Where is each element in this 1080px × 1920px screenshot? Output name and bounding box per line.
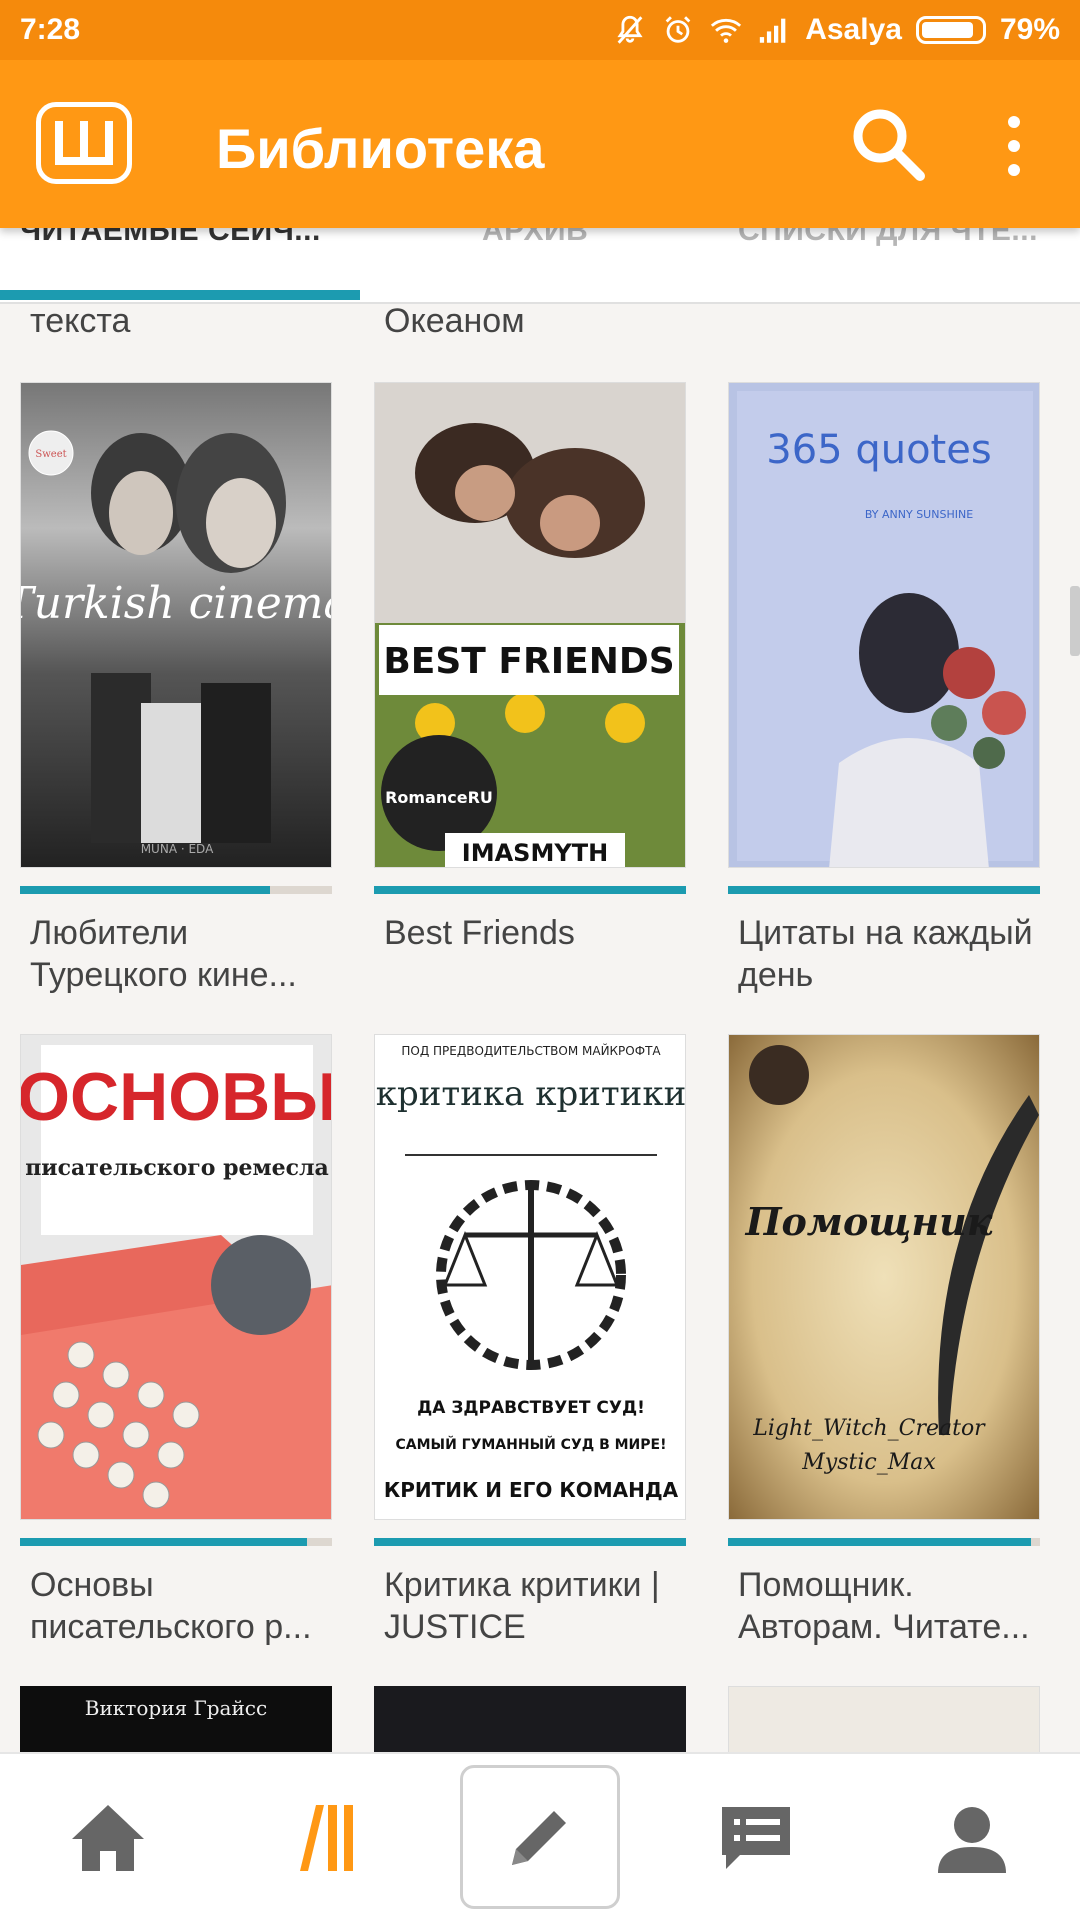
cover-text: Виктория Грайсс xyxy=(84,1696,268,1720)
library-icon xyxy=(300,1805,353,1871)
wifi-icon xyxy=(711,18,742,43)
story-title[interactable]: Best Friends xyxy=(384,912,684,954)
cover-art: ОСНОВЫ писательского ремесла xyxy=(21,1035,332,1519)
cover-badge-text: RomanceRU xyxy=(385,788,493,807)
story-cover[interactable]: Turkish cinema MUNA · EDA Sweet xyxy=(20,382,332,868)
cover-text: критика критики xyxy=(376,1074,686,1114)
story-cover[interactable] xyxy=(728,1686,1040,1754)
tab-label: ЧИТАЕМЫЕ СЕЙЧ... xyxy=(20,228,321,247)
cover-badge-text: Sweet xyxy=(35,449,66,460)
reading-progress xyxy=(374,1538,686,1546)
search-icon[interactable] xyxy=(848,104,928,184)
story-card[interactable] xyxy=(374,1686,686,1754)
signal-icon xyxy=(760,18,786,43)
story-cover[interactable]: Помощник Light_Witch_Creator Mystic_Max xyxy=(728,1034,1040,1520)
story-title[interactable]: Помощник. Авторам. Читате... xyxy=(738,1564,1038,1648)
story-title-partial[interactable]: текста xyxy=(30,302,130,341)
story-title-partial[interactable]: Океаном xyxy=(384,302,525,341)
cover-bottom-text: MUNA · EDA xyxy=(141,842,214,856)
reading-progress xyxy=(728,886,1040,894)
tab-label: АРХИВ xyxy=(482,228,589,247)
tab-label: СПИСКИ ДЛЯ ЧТЕ... xyxy=(738,228,1038,247)
story-cover[interactable]: ОСНОВЫ писательского ремесла xyxy=(20,1034,332,1520)
write-icon xyxy=(512,1811,566,1865)
story-card[interactable]: BEST FRIENDS RomanceRU IMASMYTH Best Fri… xyxy=(374,382,686,952)
cover-subtext: писательского ремесла xyxy=(25,1155,329,1181)
nav-write[interactable] xyxy=(432,1754,648,1920)
story-title[interactable]: Цитаты на каждый день xyxy=(738,912,1038,996)
progress-fill xyxy=(20,886,270,894)
story-cover[interactable]: Виктория Грайсс xyxy=(20,1686,332,1754)
cover-line1: Light_Witch_Creator xyxy=(752,1416,986,1441)
cover-line2: САМЫЙ ГУМАННЫЙ СУД В МИРЕ! xyxy=(396,1436,667,1453)
cover-text: Помощник xyxy=(745,1199,993,1244)
status-time: 7:28 xyxy=(20,13,81,46)
app-bar: Библиотека xyxy=(0,60,1080,228)
nav-library[interactable] xyxy=(216,1754,432,1920)
reading-progress xyxy=(20,886,332,894)
cover-text: BEST FRIENDS xyxy=(383,641,674,682)
cover-art: ПОД ПРЕДВОДИТЕЛЬСТВОМ МАЙКРОФТА критика … xyxy=(376,1043,686,1502)
story-title[interactable]: Любители Турецкого кине... xyxy=(30,912,330,996)
cover-art: Помощник Light_Witch_Creator Mystic_Max xyxy=(745,1045,1039,1475)
story-cover[interactable]: 365 quotes BY ANNY SUNSHINE xyxy=(728,382,1040,868)
progress-fill xyxy=(728,886,1040,894)
story-card[interactable]: ОСНОВЫ писательского ремесла Основы писа… xyxy=(20,1034,332,1646)
story-card[interactable] xyxy=(728,1686,1040,1754)
cover-line3: КРИТИК И ЕГО КОМАНДА xyxy=(384,1478,679,1502)
story-cover[interactable]: BEST FRIENDS RomanceRU IMASMYTH xyxy=(374,382,686,868)
nav-home[interactable] xyxy=(0,1754,216,1920)
progress-fill xyxy=(20,1538,308,1546)
cover-line1: ДА ЗДРАВСТВУЕТ СУД! xyxy=(417,1398,645,1418)
alarm-icon xyxy=(665,16,691,43)
cover-art: 365 quotes BY ANNY SUNSHINE xyxy=(737,391,1033,867)
story-grid[interactable]: текста Океаном Turkish cinema MUNA · EDA… xyxy=(0,302,1080,1754)
wattpad-logo-icon[interactable] xyxy=(36,102,132,184)
story-title[interactable]: Критика критики | JUSTICE xyxy=(384,1564,684,1648)
status-bar: 7:28 Asalya 79% xyxy=(0,0,1080,60)
story-card[interactable]: Помощник Light_Witch_Creator Mystic_Max … xyxy=(728,1034,1040,1646)
muted-bell-icon xyxy=(617,15,643,44)
nav-profile[interactable] xyxy=(864,1754,1080,1920)
story-card[interactable]: 365 quotes BY ANNY SUNSHINE Цитаты на ка… xyxy=(728,382,1040,994)
home-icon xyxy=(72,1805,144,1871)
cover-text: ОСНОВЫ xyxy=(21,1059,332,1135)
story-title[interactable]: Основы писательского р... xyxy=(30,1564,330,1648)
cover-bottom-text: IMASMYTH xyxy=(462,839,608,867)
cover-text: Turkish cinema xyxy=(21,578,332,629)
story-cover[interactable] xyxy=(374,1686,686,1754)
status-icons: Asalya 79% xyxy=(613,13,1060,47)
story-card[interactable]: Виктория Грайсс xyxy=(20,1686,332,1754)
carrier-name: Asalya xyxy=(805,13,902,46)
tab-archive[interactable]: АРХИВ xyxy=(482,228,612,300)
more-vert-icon[interactable] xyxy=(990,108,1038,184)
scrollbar-thumb[interactable] xyxy=(1070,586,1080,656)
cover-text: 365 quotes xyxy=(766,427,991,473)
nav-messages[interactable] xyxy=(648,1754,864,1920)
cover-line2: Mystic_Max xyxy=(801,1450,936,1475)
progress-fill xyxy=(728,1538,1031,1546)
bottom-navigation xyxy=(0,1752,1080,1920)
story-card[interactable]: Turkish cinema MUNA · EDA Sweet Любители… xyxy=(20,382,332,994)
cover-subtext: BY ANNY SUNSHINE xyxy=(865,508,973,521)
tab-indicator xyxy=(0,290,360,300)
profile-icon xyxy=(938,1807,1006,1873)
reading-progress xyxy=(728,1538,1040,1546)
story-cover[interactable]: ПОД ПРЕДВОДИТЕЛЬСТВОМ МАЙКРОФТА критика … xyxy=(374,1034,686,1520)
cover-art: Turkish cinema MUNA · EDA Sweet xyxy=(21,430,332,856)
cover-art: BEST FRIENDS RomanceRU IMASMYTH xyxy=(375,383,685,867)
cover-top-text: ПОД ПРЕДВОДИТЕЛЬСТВОМ МАЙКРОФТА xyxy=(401,1043,661,1058)
tab-reading-lists[interactable]: СПИСКИ ДЛЯ ЧТЕ... xyxy=(738,228,1068,300)
progress-fill xyxy=(374,1538,686,1546)
story-card[interactable]: ПОД ПРЕДВОДИТЕЛЬСТВОМ МАЙКРОФТА критика … xyxy=(374,1034,686,1646)
library-tabs: ЧИТАЕМЫЕ СЕЙЧ... АРХИВ СПИСКИ ДЛЯ ЧТЕ... xyxy=(0,228,1080,304)
progress-fill xyxy=(374,886,686,894)
write-button[interactable] xyxy=(460,1765,620,1909)
battery-icon xyxy=(915,16,986,44)
reading-progress xyxy=(20,1538,332,1546)
battery-percent: 79% xyxy=(999,13,1060,46)
reading-progress xyxy=(374,886,686,894)
messages-icon xyxy=(722,1807,790,1869)
page-title: Библиотека xyxy=(216,117,545,180)
